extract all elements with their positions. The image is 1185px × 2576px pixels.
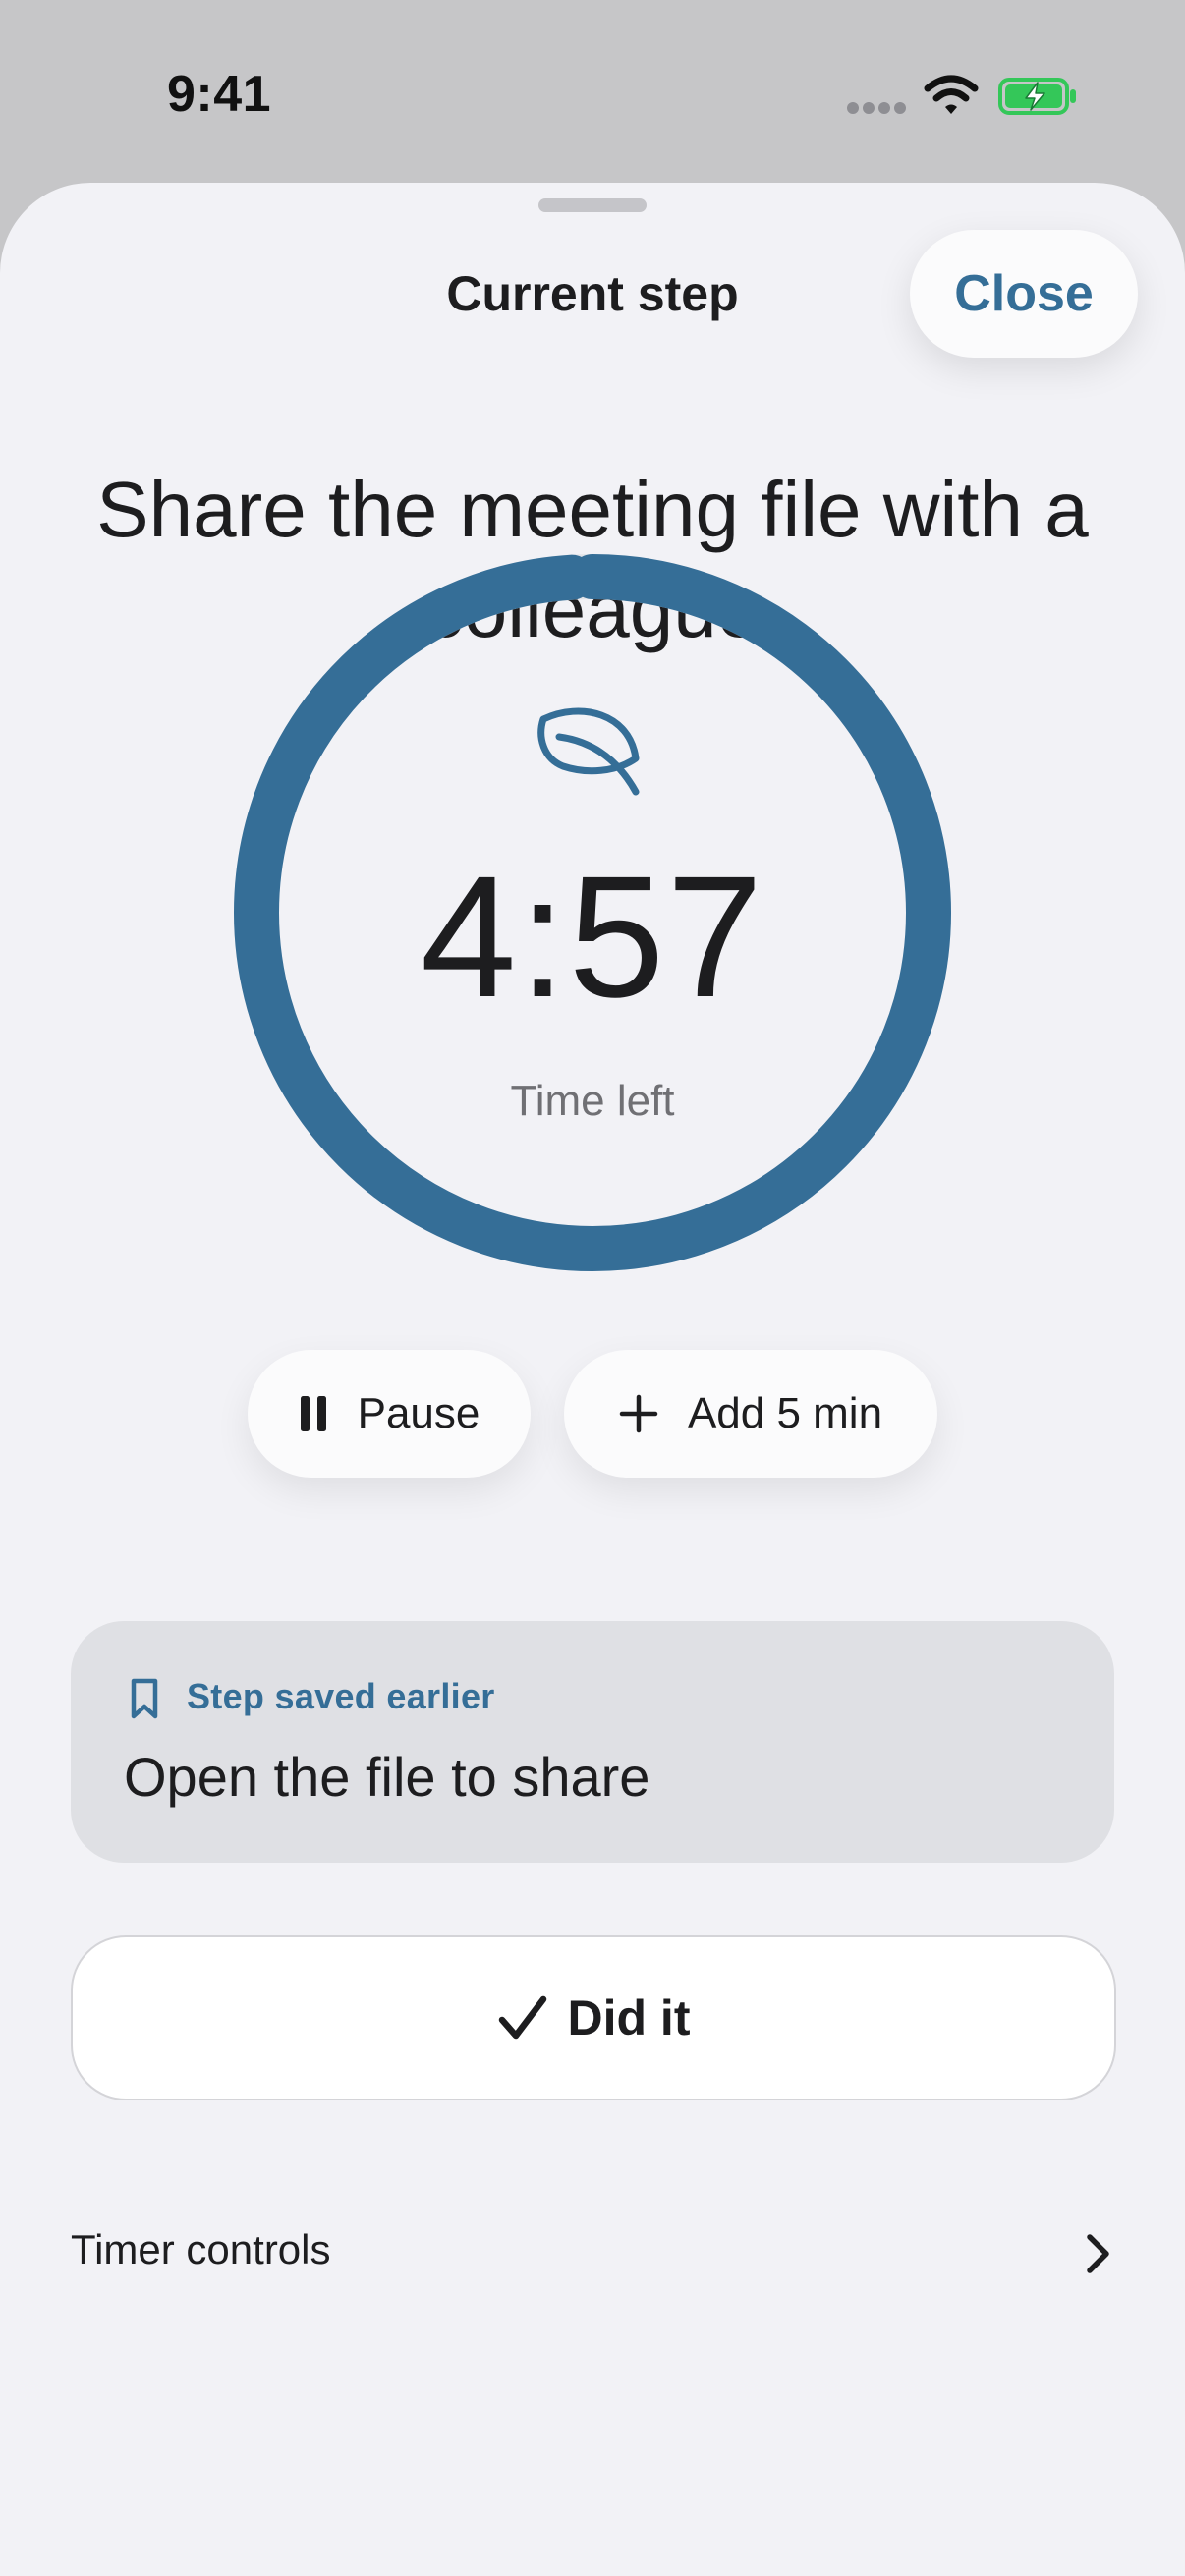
timer-controls-row[interactable]: Timer controls <box>0 2207 1185 2301</box>
did-it-button[interactable]: Did it <box>71 1935 1116 2100</box>
timer-controls-label: Timer controls <box>71 2226 331 2272</box>
did-it-label: Did it <box>567 1990 691 2045</box>
wifi-icon <box>924 75 979 114</box>
close-button[interactable]: Close <box>910 230 1138 358</box>
leaf-icon <box>537 707 640 796</box>
sheet-grabber[interactable] <box>538 198 647 212</box>
checkmark-icon <box>498 1995 546 2040</box>
bookmark-icon <box>131 1678 158 1719</box>
saved-step-text: Open the file to share <box>124 1746 650 1808</box>
status-time: 9:41 <box>167 66 272 123</box>
timer-label: Time left <box>510 1077 675 1125</box>
saved-step-caption: Step saved earlier <box>187 1676 495 1716</box>
status-bar: 9:41 <box>0 0 1185 187</box>
chevron-right-icon <box>1087 2234 1109 2273</box>
pause-label: Pause <box>357 1389 480 1437</box>
add-5-min-button[interactable]: Add 5 min <box>564 1350 937 1478</box>
timer-value: 4:57 <box>420 841 765 1034</box>
plus-icon <box>619 1394 658 1433</box>
pause-icon <box>300 1396 326 1431</box>
cellular-signal-icon <box>847 102 906 116</box>
battery-charging-icon <box>998 78 1076 115</box>
add-5-min-label: Add 5 min <box>687 1389 883 1437</box>
pause-button[interactable]: Pause <box>248 1350 531 1478</box>
saved-step-card: Step saved earlier Open the file to shar… <box>71 1621 1114 1863</box>
